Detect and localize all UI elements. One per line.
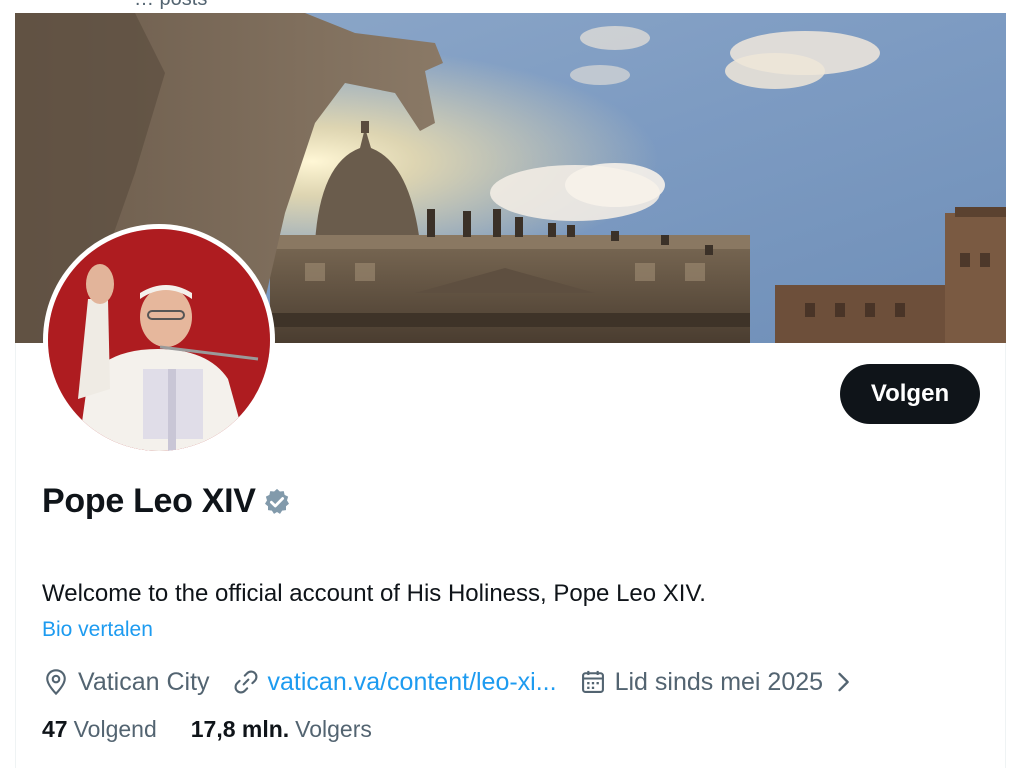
top-header-strip: … posts xyxy=(0,0,1024,13)
website-item[interactable]: vatican.va/content/leo-xi... xyxy=(232,668,557,697)
followers-count: 17,8 mln. xyxy=(190,716,290,742)
avatar-photo xyxy=(48,229,270,451)
following-stat[interactable]: 47 Volgend xyxy=(42,716,157,743)
profile-stats-row: 47 Volgend 17,8 mln. Volgers xyxy=(42,716,372,743)
followers-label: Volgers xyxy=(295,716,372,742)
website-link[interactable]: vatican.va/content/leo-xi... xyxy=(268,668,557,697)
following-count: 47 xyxy=(42,716,68,742)
follow-button[interactable]: Volgen xyxy=(840,364,980,424)
location-text: Vatican City xyxy=(78,667,210,696)
profile-meta-row: Vatican City vatican.va/content/leo-xi..… xyxy=(42,664,857,700)
joined-item[interactable]: Lid sinds mei 2025 xyxy=(579,668,857,697)
verified-badge-icon[interactable] xyxy=(262,487,292,517)
joined-text: Lid sinds mei 2025 xyxy=(614,667,824,696)
chevron-right-icon xyxy=(838,672,849,692)
profile-name: Pope Leo XIV xyxy=(42,482,256,520)
following-label: Volgend xyxy=(73,716,157,742)
profile-bio: Welcome to the official account of His H… xyxy=(42,580,706,607)
followers-stat[interactable]: 17,8 mln. Volgers xyxy=(191,716,372,743)
profile-avatar[interactable] xyxy=(43,224,275,456)
profile-name-row: Pope Leo XIV xyxy=(42,482,292,521)
translate-bio-link[interactable]: Bio vertalen xyxy=(42,618,153,642)
link-icon xyxy=(234,670,258,694)
location-pin-icon xyxy=(46,669,66,696)
posts-count: … posts xyxy=(134,0,207,11)
location-item: Vatican City xyxy=(42,668,210,697)
calendar-icon xyxy=(581,670,604,693)
